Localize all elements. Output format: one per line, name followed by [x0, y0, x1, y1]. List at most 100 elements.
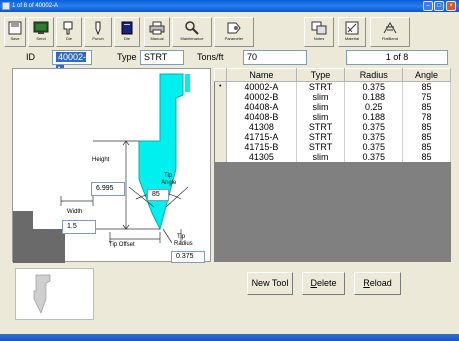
- angle-cell: 85: [402, 152, 451, 162]
- table-row[interactable]: 40002-B slim 0.188 75: [214, 92, 451, 102]
- type-cell: slim: [296, 102, 346, 112]
- height-field[interactable]: 6.995: [91, 182, 125, 196]
- material-button[interactable]: Material: [338, 17, 366, 47]
- angle-cell: 85: [402, 132, 451, 142]
- height-label: Height: [92, 157, 110, 163]
- parameter-icon: [227, 22, 241, 34]
- title-bar: 1 of 8 of 40002-A – □ ×: [0, 0, 459, 12]
- row-selector[interactable]: [214, 142, 227, 152]
- radius-cell: 0.188: [344, 92, 404, 102]
- book-icon: [121, 21, 133, 35]
- id-field[interactable]: 40002-A: [52, 50, 92, 75]
- tons-field[interactable]: 70: [243, 50, 307, 65]
- table-row[interactable]: 41715-A STRT 0.375 85: [214, 132, 451, 142]
- row-selector[interactable]: [214, 112, 227, 122]
- record-indicator: 1 of 8: [346, 50, 448, 65]
- save-button[interactable]: Save: [4, 17, 26, 47]
- reload-button[interactable]: Reload: [354, 272, 401, 295]
- table-row[interactable]: 41308 STRT 0.375 85: [214, 122, 451, 132]
- radius-cell: 0.375: [344, 122, 404, 132]
- column-header-type[interactable]: Type: [295, 68, 346, 82]
- notes-button[interactable]: Notes: [304, 17, 334, 47]
- row-selector[interactable]: [214, 92, 227, 102]
- type-cell: STRT: [296, 142, 346, 152]
- column-header-radius[interactable]: Radius: [344, 68, 404, 82]
- type-cell: STRT: [296, 132, 346, 142]
- row-selector[interactable]: [214, 102, 227, 112]
- name-cell: 40002-B: [226, 92, 297, 102]
- table-header-row: Name Type Radius Angle: [214, 68, 451, 82]
- type-cell: slim: [296, 92, 346, 102]
- toolbar: Save Send Die Punch Die Manual Maintenan…: [4, 17, 455, 47]
- table-row[interactable]: 41715-B STRT 0.375 85: [214, 142, 451, 152]
- row-selector[interactable]: •: [214, 81, 227, 92]
- width-label: Width: [67, 209, 83, 215]
- table-row[interactable]: 40408-B slim 0.188 78: [214, 112, 451, 122]
- flatbend-button[interactable]: FlatBend: [370, 17, 410, 47]
- id-label: ID: [26, 52, 35, 62]
- name-cell: 40002-A: [226, 81, 297, 92]
- row-selector[interactable]: [214, 132, 227, 142]
- type-label: Type: [117, 52, 137, 62]
- taskbar: [0, 334, 459, 341]
- close-icon[interactable]: ×: [446, 1, 456, 11]
- die-button[interactable]: Die: [56, 17, 82, 47]
- tip-angle-label-1: Tip: [164, 173, 173, 179]
- tip-radius-label-2: Radius: [174, 241, 193, 247]
- send-button[interactable]: Send: [28, 17, 54, 47]
- table-row[interactable]: 40408-A slim 0.25 85: [214, 102, 451, 112]
- row-selector[interactable]: [214, 152, 227, 162]
- die-book-button[interactable]: Die: [114, 17, 140, 47]
- punch-button[interactable]: Punch: [84, 17, 112, 47]
- maximize-icon[interactable]: □: [434, 1, 444, 11]
- width-field[interactable]: 1.5: [62, 220, 96, 234]
- tool-table: Name Type Radius Angle • 40002-A STRT 0.375…: [214, 68, 451, 262]
- tip-offset-label: Tip Offset: [109, 242, 135, 248]
- save-icon: [8, 21, 22, 35]
- angle-cell: 78: [402, 112, 451, 122]
- name-cell: 41305: [226, 152, 297, 162]
- flatbend-icon: [383, 22, 397, 34]
- column-header-angle[interactable]: Angle: [402, 68, 451, 82]
- wrench-icon: [185, 21, 199, 35]
- tip-angle-field[interactable]: 85: [147, 189, 169, 201]
- minimize-icon[interactable]: –: [423, 1, 433, 11]
- manual-button[interactable]: Manual: [144, 17, 170, 47]
- punch-icon: [95, 21, 101, 35]
- material-icon: [345, 21, 359, 35]
- window-title: 1 of 8 of 40002-A: [12, 3, 59, 9]
- radius-cell: 0.25: [344, 102, 404, 112]
- parameter-button[interactable]: Parameter: [214, 17, 254, 47]
- maintenance-button[interactable]: Maintenance: [172, 17, 212, 47]
- type-field[interactable]: STRT: [140, 50, 184, 65]
- application-window: 1 of 8 of 40002-A – □ × Save Send Die Pu…: [0, 0, 459, 341]
- radius-cell: 0.188: [344, 112, 404, 122]
- tool-thumbnail: [15, 268, 94, 320]
- table-corner: [214, 68, 227, 82]
- angle-cell: 85: [402, 122, 451, 132]
- type-cell: STRT: [296, 122, 346, 132]
- table-row[interactable]: • 40002-A STRT 0.375 85: [214, 81, 451, 92]
- radius-cell: 0.375: [344, 152, 404, 162]
- row-selector[interactable]: [214, 122, 227, 132]
- tons-label: Tons/ft: [197, 52, 224, 62]
- notes-icon: [311, 21, 327, 35]
- new-tool-button[interactable]: New Tool: [247, 272, 293, 295]
- radius-cell: 0.375: [344, 81, 404, 92]
- angle-cell: 85: [402, 102, 451, 112]
- column-header-name[interactable]: Name: [226, 68, 297, 82]
- delete-button[interactable]: Delete: [302, 272, 345, 295]
- tool-info-row: ID 40002-A Type STRT Tons/ft 70 1 of 8: [0, 50, 459, 75]
- tip-radius-field[interactable]: 0.375: [171, 251, 205, 263]
- tool-drawing: Height 6.995 Tip Angle 85 Width 1.5 Tip …: [12, 68, 211, 263]
- printer-icon: [149, 21, 165, 35]
- punch-thumbnail-icon: [33, 274, 51, 314]
- radius-cell: 0.375: [344, 142, 404, 152]
- angle-cell: 75: [402, 92, 451, 102]
- tip-angle-label-2: Angle: [161, 180, 177, 186]
- app-icon: [2, 2, 10, 10]
- type-cell: STRT: [296, 81, 346, 92]
- radius-cell: 0.375: [344, 132, 404, 142]
- tip-radius-label-1: Tip: [177, 234, 186, 240]
- table-row[interactable]: 41305 slim 0.375 85: [214, 152, 451, 162]
